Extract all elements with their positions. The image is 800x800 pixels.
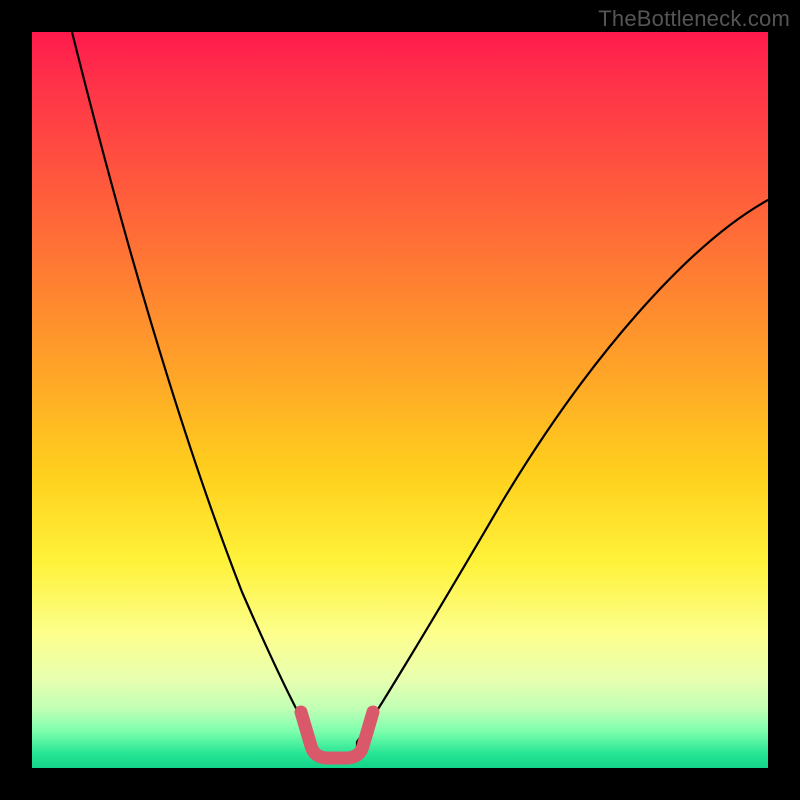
watermark-text: TheBottleneck.com bbox=[598, 6, 790, 32]
chart-frame: TheBottleneck.com bbox=[0, 0, 800, 800]
curve-path bbox=[72, 32, 768, 758]
flat-bottom-highlight bbox=[301, 712, 373, 758]
bottleneck-curve bbox=[32, 32, 768, 768]
plot-area bbox=[32, 32, 768, 768]
